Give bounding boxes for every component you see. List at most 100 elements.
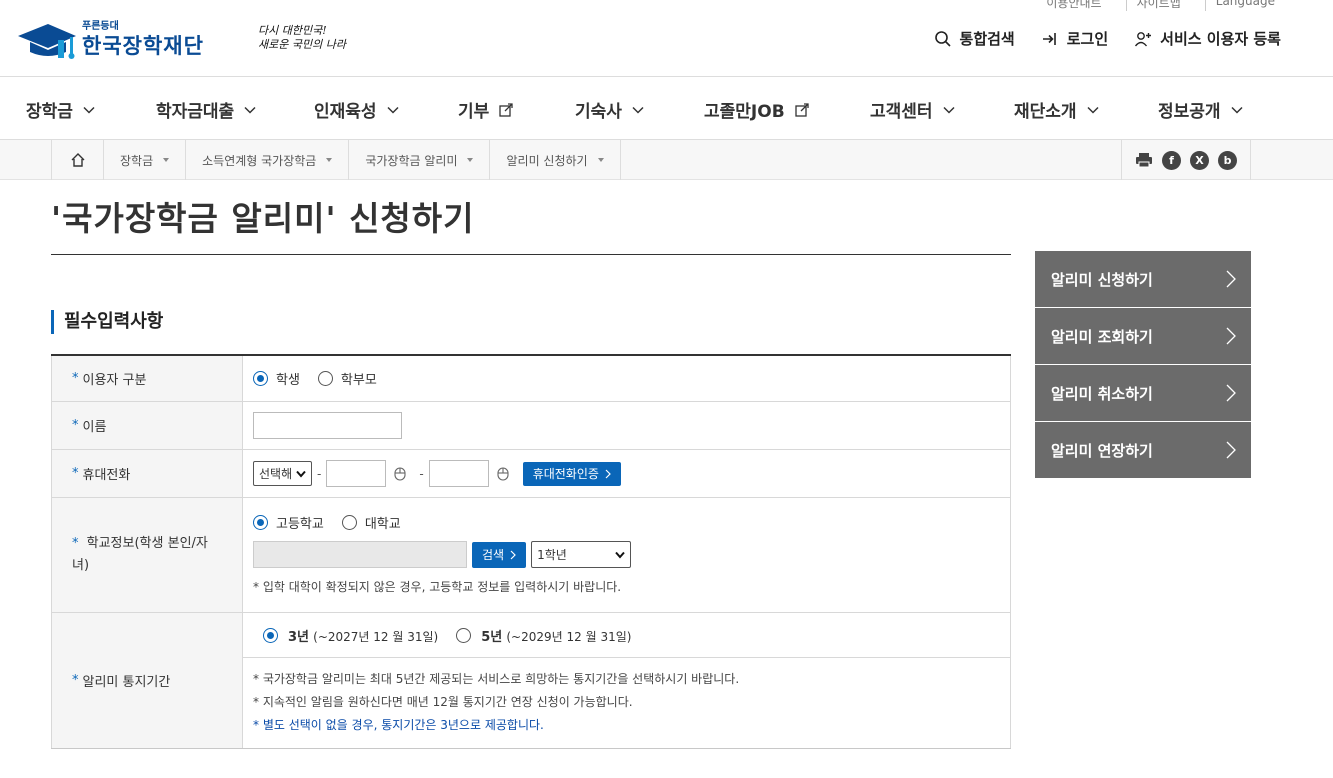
radio-label: 5년 (~2029년 12 월 31일) — [481, 626, 631, 645]
user-type-parent-radio[interactable]: 학부모 — [317, 369, 377, 388]
register-label: 서비스 이용자 등록 — [1160, 30, 1281, 48]
home-button[interactable] — [52, 140, 104, 180]
radio-label: 고등학교 — [276, 516, 324, 532]
nav-label: 학자금대출 — [156, 102, 235, 122]
caret-down-icon — [326, 158, 333, 162]
form-row-name: * 이름 — [51, 402, 1011, 450]
period-note-highlight: * 별도 선택이 없을 경우, 통지기간은 3년으로 제공합니다. — [253, 718, 544, 732]
external-link-icon — [795, 102, 809, 117]
chevron-down-icon — [632, 106, 644, 114]
virtual-keypad-icon[interactable] — [394, 466, 406, 481]
period-note: * 국가장학금 알리미는 최대 5년간 제공되는 서비스로 희망하는 통지기간을… — [253, 672, 740, 686]
nav-item-customer-center[interactable]: 고객센터 — [870, 97, 955, 122]
nav-item-disclosure[interactable]: 정보공개 — [1158, 97, 1243, 122]
chevron-down-icon — [1231, 106, 1243, 114]
nav-item-job[interactable]: 고졸만JOB — [704, 97, 809, 122]
breadcrumb-label: 장학금 — [120, 153, 154, 168]
share-toolbar: f X b — [1121, 140, 1251, 180]
chevron-down-icon — [387, 106, 399, 114]
caret-down-icon — [163, 158, 170, 162]
school-search-button[interactable]: 검색 — [472, 541, 527, 568]
x-icon[interactable]: X — [1190, 150, 1209, 170]
radio-checked-icon — [263, 627, 278, 643]
required-mark: * — [72, 371, 79, 386]
button-label: 검색 — [482, 548, 505, 562]
radio-label: 3년 (~2027년 12 월 31일) — [288, 626, 438, 645]
register-button[interactable]: 서비스 이용자 등록 — [1134, 28, 1281, 49]
chevron-right-icon — [1226, 441, 1236, 459]
field-label: * 휴대전화 — [51, 450, 243, 497]
nav-item-donation[interactable]: 기부 — [458, 97, 513, 122]
blog-icon[interactable]: b — [1218, 150, 1237, 170]
nav-label: 인재육성 — [314, 102, 377, 122]
nav-item-about[interactable]: 재단소개 — [1014, 97, 1099, 122]
login-label: 로그인 — [1066, 30, 1109, 48]
radio-unchecked-icon — [456, 627, 472, 643]
slogan: 다시 대한민국! 새로운 국민의 나라 — [258, 24, 346, 52]
required-mark: * — [72, 466, 79, 481]
school-name-input[interactable] — [253, 541, 467, 568]
chevron-down-icon — [1087, 106, 1099, 114]
header-actions: 통합검색 로그인 서비스 이용자 등록 — [934, 28, 1281, 49]
field-value — [243, 402, 1011, 449]
nav-label: 고졸만JOB — [704, 102, 785, 122]
breadcrumb-label: 국가장학금 알리미 — [365, 153, 458, 168]
section-title: 필수입력사항 — [51, 310, 163, 334]
field-label-text: 이름 — [82, 420, 107, 435]
radio-checked-icon — [253, 514, 268, 530]
logo-tagline: 푸른등대 — [82, 21, 119, 32]
school-university-radio[interactable]: 대학교 — [341, 513, 401, 532]
school-high-radio[interactable]: 고등학교 — [253, 513, 324, 532]
period-notes: * 국가장학금 알리미는 최대 5년간 제공되는 서비스로 희망하는 통지기간을… — [243, 658, 1010, 737]
nav-label: 기부 — [458, 102, 490, 122]
nav-label: 장학금 — [26, 102, 73, 122]
phone-prefix-select[interactable]: 선택해 — [253, 461, 312, 486]
separator: - — [419, 466, 424, 481]
breadcrumb-item[interactable]: 알리미 신청하기 — [490, 140, 621, 180]
search-icon — [934, 30, 951, 47]
phone-last-input[interactable] — [428, 460, 489, 487]
nav-item-talent[interactable]: 인재육성 — [314, 97, 399, 122]
period-note: * 지속적인 알림을 원하신다면 매년 12월 통지기간 연장 신청이 가능합니… — [253, 695, 633, 709]
form-row-school: * 학교정보(학생 본인/자녀) 고등학교 대학교 검색 1학년 * 입학 대학… — [51, 498, 1011, 613]
virtual-keypad-icon[interactable] — [497, 466, 509, 481]
side-menu-apply[interactable]: 알리미 신청하기 — [1035, 251, 1251, 307]
slogan-line: 다시 대한민국! — [258, 24, 327, 37]
field-value: 학생 학부모 — [243, 356, 1011, 401]
side-menu-label: 알리미 조회하기 — [1051, 327, 1153, 346]
radio-checked-icon — [253, 371, 268, 386]
name-input[interactable] — [253, 412, 402, 439]
breadcrumb-item[interactable]: 국가장학금 알리미 — [349, 140, 491, 180]
nav-item-scholarship[interactable]: 장학금 — [26, 97, 95, 122]
facebook-icon[interactable]: f — [1162, 150, 1181, 170]
user-type-student-radio[interactable]: 학생 — [253, 369, 300, 388]
breadcrumb-item[interactable]: 소득연계형 국가장학금 — [186, 140, 350, 180]
phone-verify-button[interactable]: 휴대전화인증 — [522, 461, 621, 486]
search-label: 통합검색 — [959, 30, 1015, 48]
phone-middle-input[interactable] — [326, 460, 387, 487]
side-menu-inquiry[interactable]: 알리미 조회하기 — [1035, 308, 1251, 364]
chevron-down-icon — [615, 551, 625, 559]
required-mark: * — [72, 418, 79, 433]
login-button[interactable]: 로그인 — [1041, 28, 1108, 49]
side-menu-label: 알리미 연장하기 — [1051, 441, 1153, 460]
period-option-years: 3년 — [288, 629, 310, 645]
chevron-right-icon — [1226, 384, 1236, 402]
home-icon — [71, 153, 84, 167]
logo-name: 한국장학재단 — [82, 34, 204, 58]
nav-item-dormitory[interactable]: 기숙사 — [575, 97, 644, 122]
grade-select[interactable]: 1학년 — [531, 541, 632, 568]
nav-item-loan[interactable]: 학자금대출 — [156, 97, 256, 122]
period-5year-radio[interactable]: 5년 (~2029년 12 월 31일) — [456, 626, 631, 645]
side-menu-extend[interactable]: 알리미 연장하기 — [1035, 422, 1251, 478]
breadcrumb-item[interactable]: 장학금 — [104, 140, 187, 180]
search-button[interactable]: 통합검색 — [934, 28, 1015, 49]
print-icon[interactable] — [1135, 152, 1153, 168]
side-menu-cancel[interactable]: 알리미 취소하기 — [1035, 365, 1251, 421]
logo[interactable]: 푸른등대 한국장학재단 — [16, 18, 204, 62]
period-3year-radio[interactable]: 3년 (~2027년 12 월 31일) — [263, 626, 438, 645]
chevron-down-icon — [244, 106, 256, 114]
form-row-period: * 알리미 통지기간 3년 (~2027년 12 월 31일) 5년 (~202… — [51, 613, 1011, 749]
nav-label: 재단소개 — [1014, 102, 1077, 122]
field-label-text: 알리미 통지기간 — [82, 675, 171, 690]
